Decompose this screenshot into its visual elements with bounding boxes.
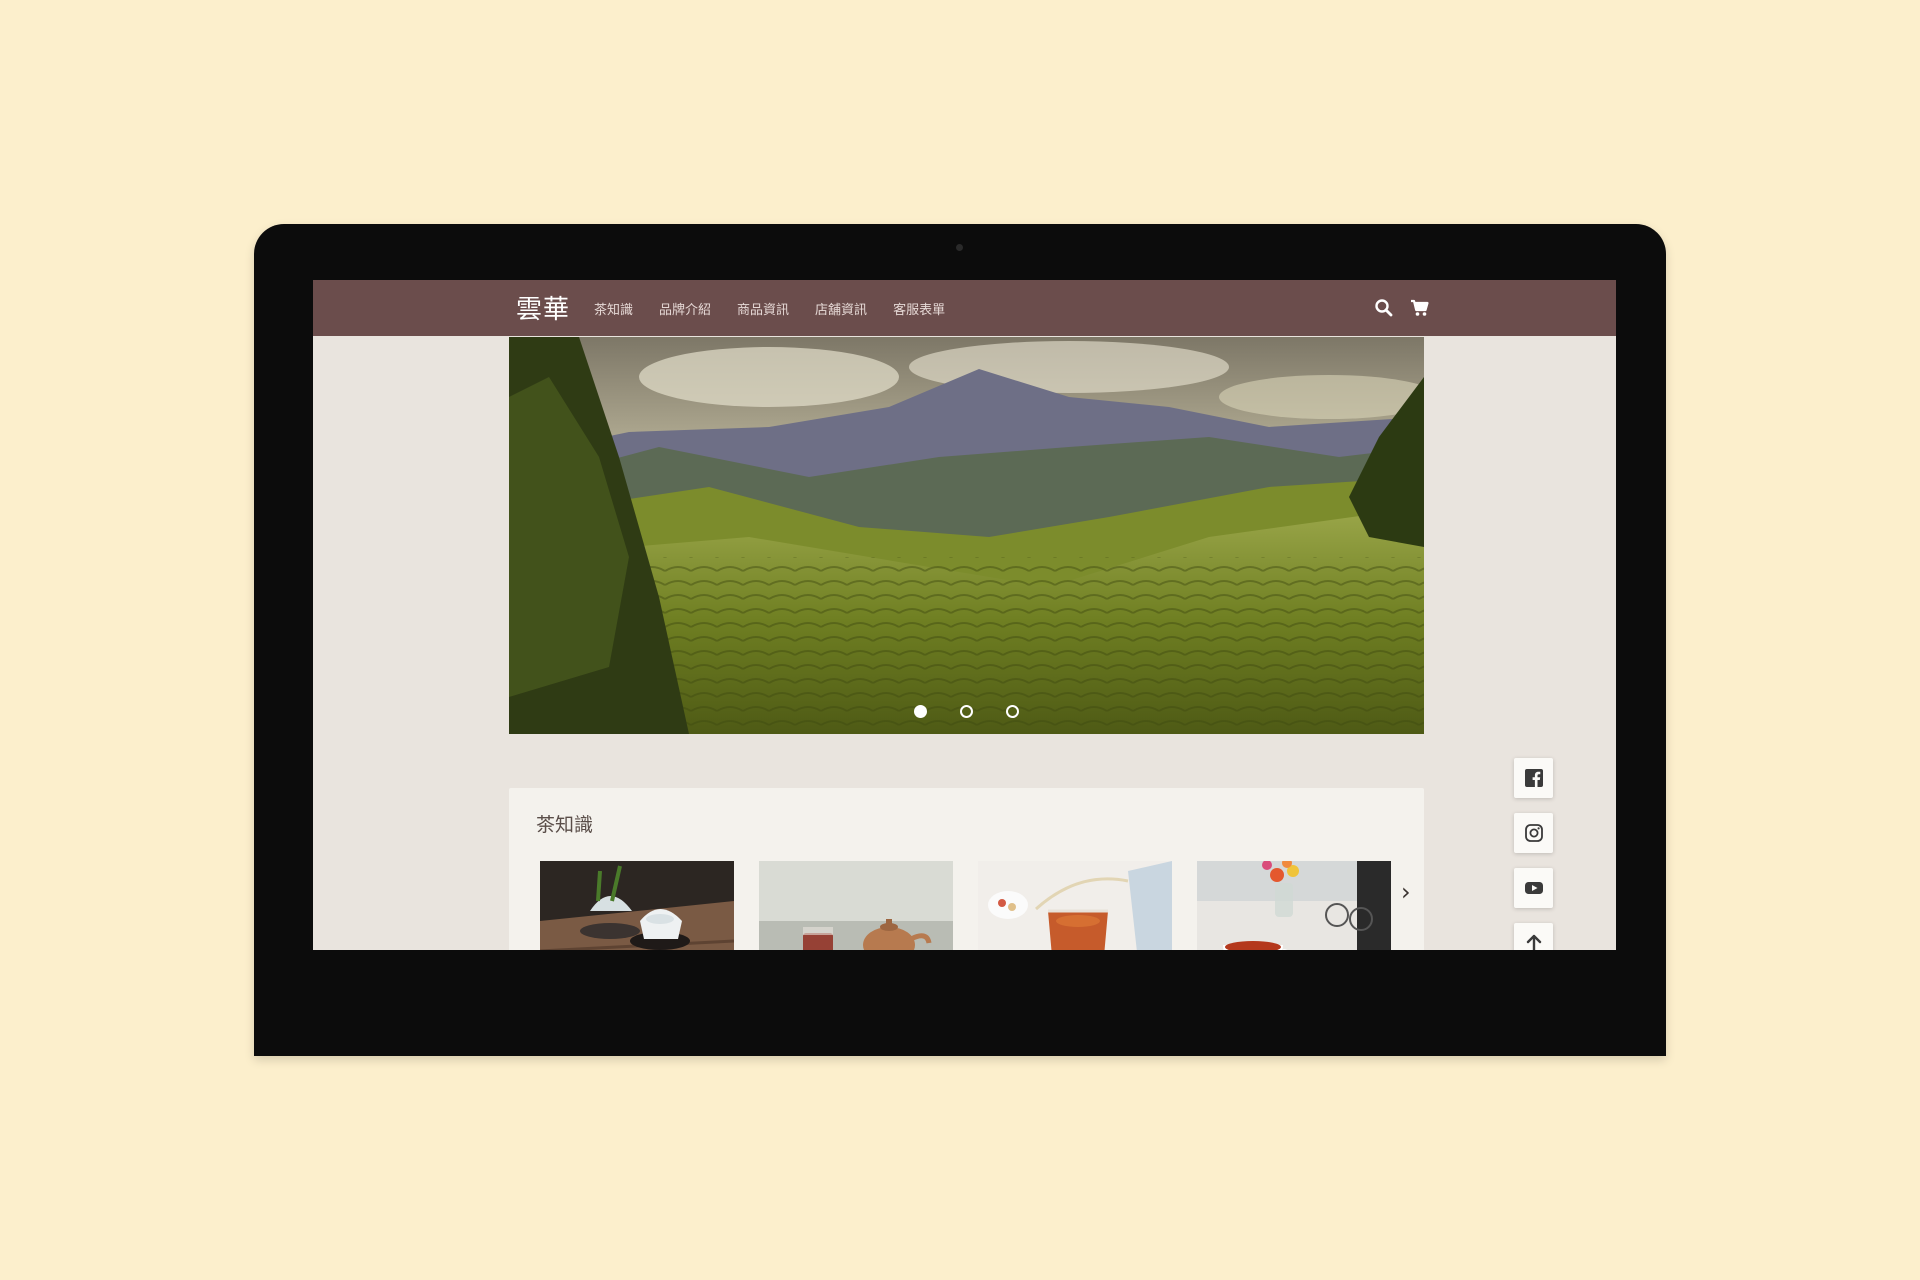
thumb-teapot [759,861,953,950]
hero-carousel[interactable] [509,337,1424,734]
navbar: 雲華 茶知識 品牌介紹 商品資訊 店舖資訊 客服表單 [313,280,1616,336]
arrow-up-icon [1526,934,1541,950]
search-icon[interactable] [1374,298,1394,318]
tea-knowledge-section: 茶知識 [509,788,1424,950]
youtube-icon [1524,882,1543,894]
nav-link-products[interactable]: 商品資訊 [737,299,789,318]
brand-logo[interactable]: 雲華 [516,289,570,326]
carousel-dot-2[interactable] [960,705,973,718]
thumb-teacup-flowers [1197,861,1391,950]
nav-link-brand-intro[interactable]: 品牌介紹 [659,299,711,318]
navbar-inner: 雲華 茶知識 品牌介紹 商品資訊 店舖資訊 客服表單 [516,280,1430,336]
webcam [956,244,963,251]
chevron-right-icon[interactable]: › [1401,878,1411,906]
carousel-dot-3[interactable] [1006,705,1019,718]
nav-link-stores[interactable]: 店舖資訊 [815,299,867,318]
cart-icon[interactable] [1410,298,1430,318]
section-title: 茶知識 [536,814,594,836]
instagram-button[interactable] [1514,813,1553,853]
youtube-button[interactable] [1514,868,1553,908]
hero-image-tea-plantation [509,337,1424,734]
knowledge-card-3[interactable] [978,861,1172,950]
knowledge-card-2[interactable] [759,861,953,950]
thumb-gaiwan-tea-set [540,861,734,950]
facebook-icon [1524,769,1543,787]
nav-link-tea-knowledge[interactable]: 茶知識 [594,299,633,318]
carousel-indicators [509,705,1424,718]
thumb-glass-black-tea [978,861,1172,950]
nav-icons [1374,280,1430,336]
nav-link-contact-form[interactable]: 客服表單 [893,299,945,318]
social-sidebar [1514,758,1553,950]
instagram-icon [1524,824,1543,842]
website-screen: 雲華 茶知識 品牌介紹 商品資訊 店舖資訊 客服表單 茶知識 › [313,280,1616,950]
knowledge-card-4[interactable] [1197,861,1391,950]
facebook-button[interactable] [1514,758,1553,798]
nav-links: 茶知識 品牌介紹 商品資訊 店舖資訊 客服表單 [594,280,971,336]
knowledge-card-1[interactable] [540,861,734,950]
carousel-dot-1[interactable] [914,705,927,718]
back-to-top-button[interactable] [1514,923,1553,950]
monitor-frame: 雲華 茶知識 品牌介紹 商品資訊 店舖資訊 客服表單 茶知識 › [254,224,1666,1056]
knowledge-thumbnails [540,861,1391,950]
